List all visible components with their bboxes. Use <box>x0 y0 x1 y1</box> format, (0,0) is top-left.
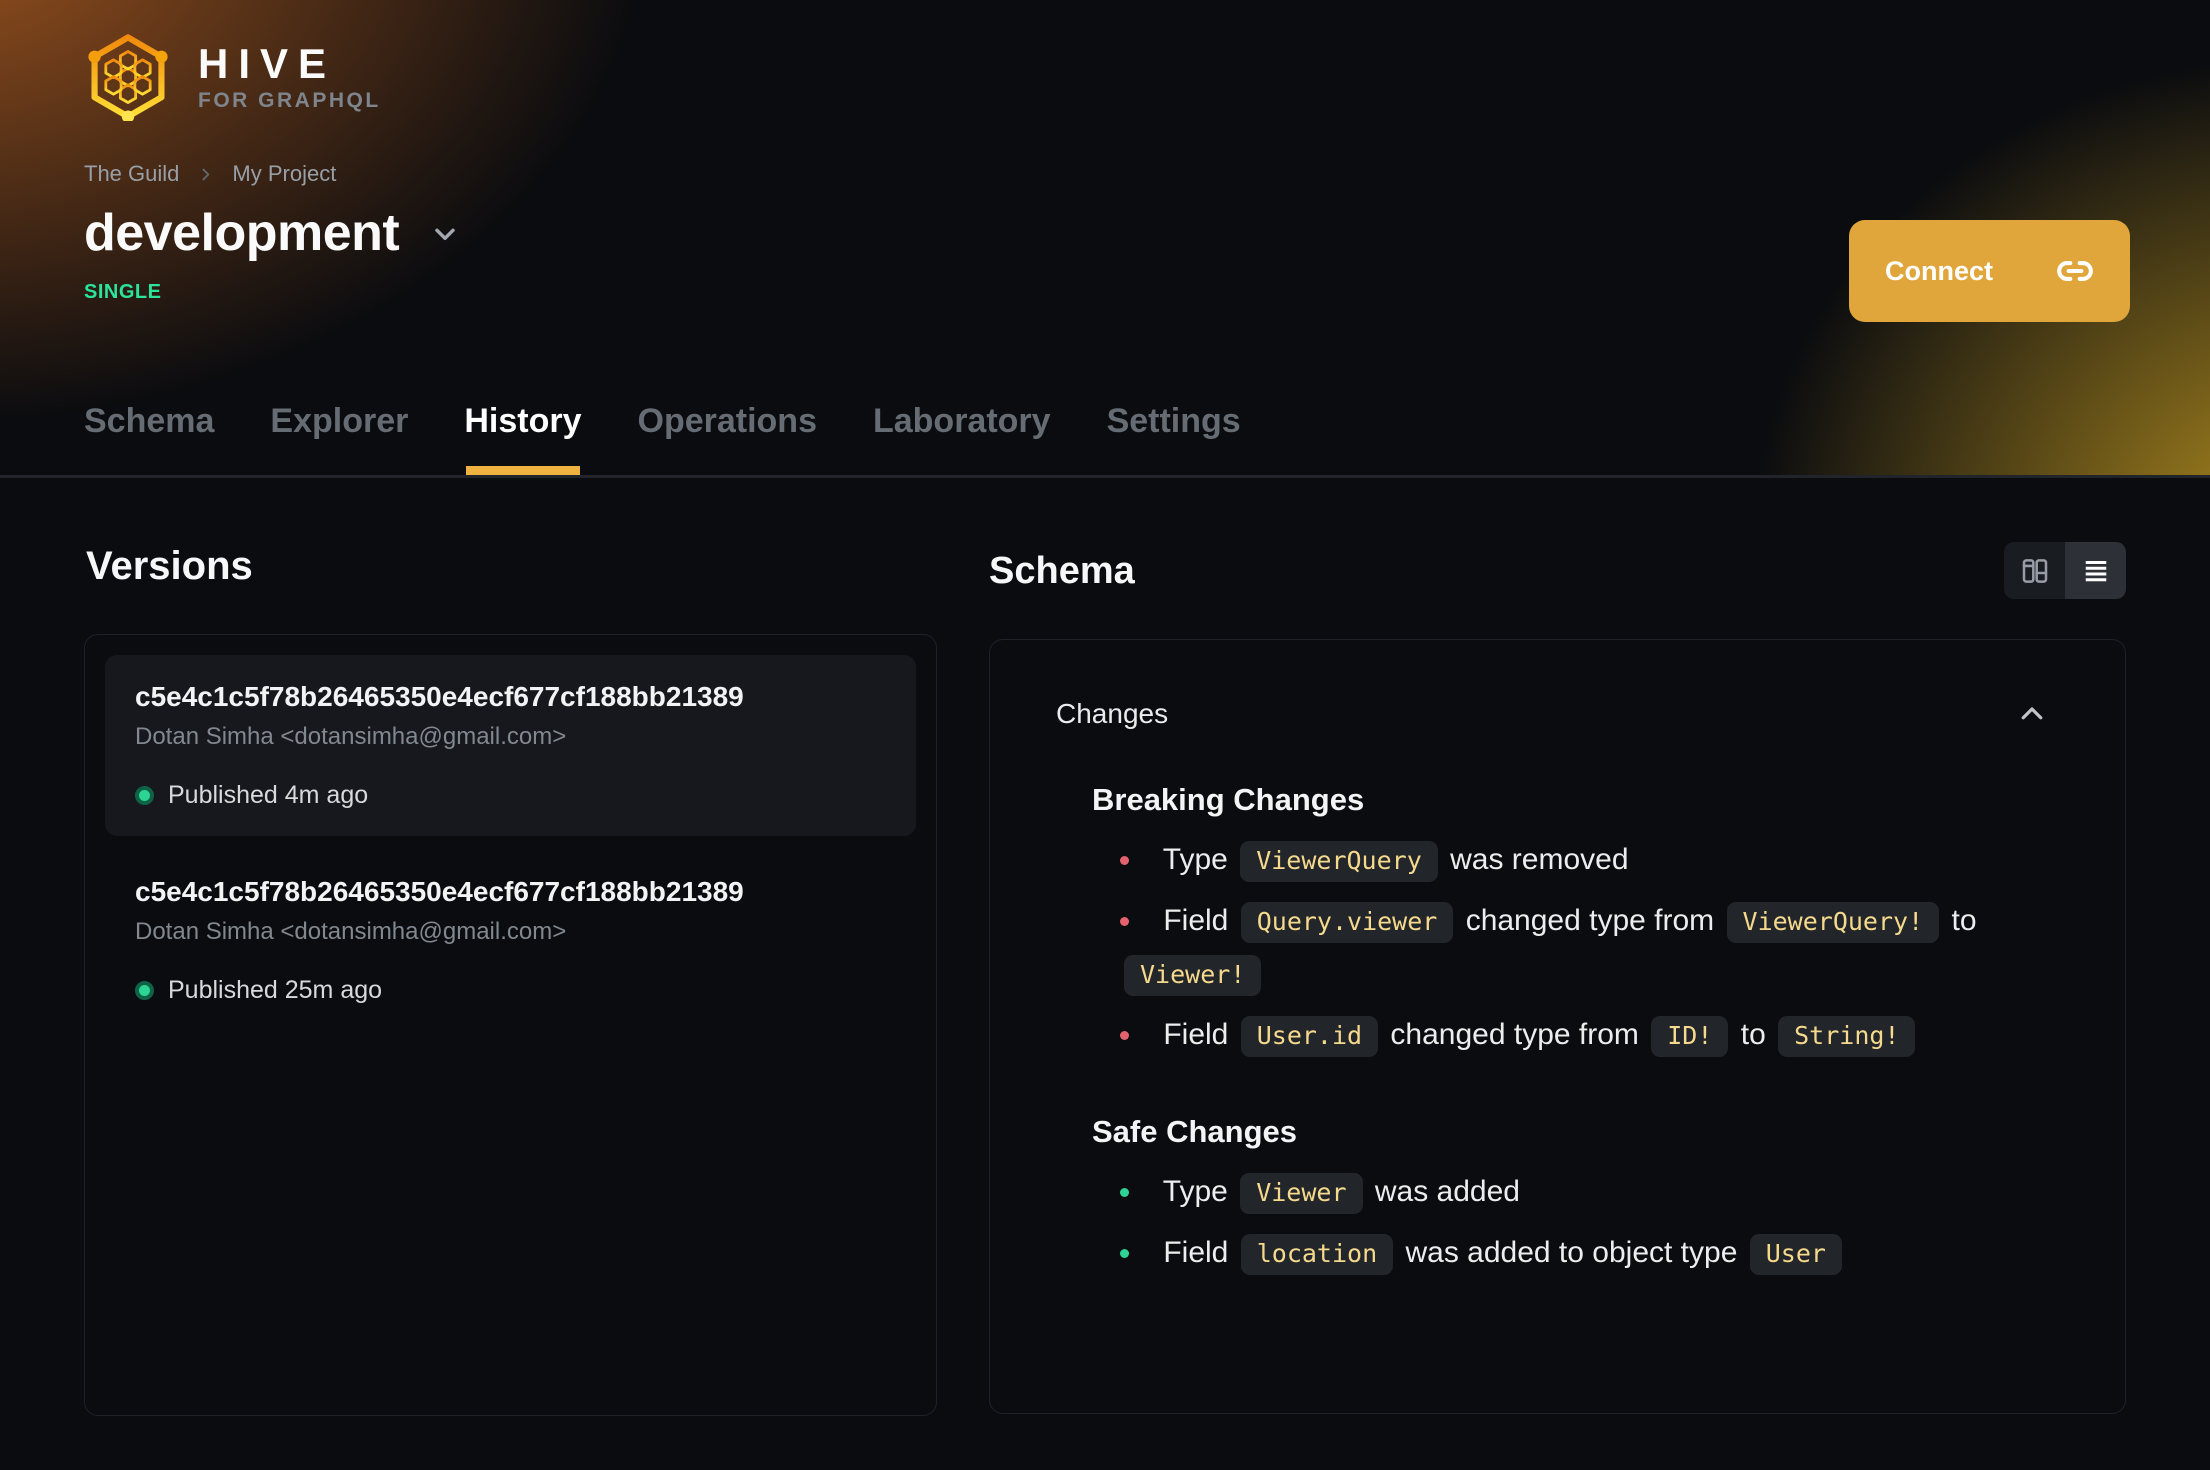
change-text: Field <box>1163 904 1229 937</box>
code-chip: User.id <box>1240 1016 1379 1057</box>
page-title: development <box>84 204 400 262</box>
chevron-up-icon[interactable] <box>2017 699 2047 729</box>
tab-laboratory[interactable]: Laboratory <box>873 402 1051 475</box>
changes-body: Breaking Changes Type ViewerQuery was re… <box>1056 782 2047 1280</box>
tab-explorer[interactable]: Explorer <box>270 402 408 475</box>
brand-tagline: FOR GRAPHQL <box>198 89 381 113</box>
versions-panel: c5e4c1c5f78b26465350e4ecf677cf188bb21389… <box>84 634 937 1416</box>
versions-heading: Versions <box>86 544 253 588</box>
tab-operations[interactable]: Operations <box>638 402 817 475</box>
version-status: Published 25m ago <box>168 976 383 1004</box>
change-text: was added <box>1374 1175 1520 1208</box>
version-list-item[interactable]: c5e4c1c5f78b26465350e4ecf677cf188bb21389… <box>105 850 916 1031</box>
safe-bullet-icon <box>1120 1249 1129 1258</box>
hive-hexagon-icon <box>84 33 172 121</box>
connect-button-label: Connect <box>1885 255 1993 286</box>
diff-view-button[interactable] <box>2004 542 2065 599</box>
schema-header-row: Schema <box>989 542 2126 599</box>
safe-changes-list: Type Viewer was added Field location was… <box>1092 1166 2009 1280</box>
schema-heading: Schema <box>989 550 1135 592</box>
connect-button[interactable]: Connect <box>1849 220 2130 322</box>
changes-header-label: Changes <box>1056 698 1169 729</box>
breadcrumb-org[interactable]: The Guild <box>84 161 179 187</box>
link-icon <box>2056 252 2094 290</box>
change-item: Field User.id changed type from ID! to S… <box>1120 1009 2009 1062</box>
breaking-bullet-icon <box>1120 856 1129 865</box>
version-status-row: Published 25m ago <box>135 976 886 1005</box>
change-text: was added to object type <box>1405 1236 1738 1269</box>
change-text: to <box>1740 1018 1766 1051</box>
version-hash: c5e4c1c5f78b26465350e4ecf677cf188bb21389 <box>135 876 744 907</box>
version-list-item[interactable]: c5e4c1c5f78b26465350e4ecf677cf188bb21389… <box>105 655 916 836</box>
change-text: to <box>1951 904 1977 937</box>
code-chip: User <box>1749 1234 1842 1275</box>
code-chip: Query.viewer <box>1240 902 1454 943</box>
code-chip: location <box>1240 1234 1394 1275</box>
safe-bullet-icon <box>1120 1188 1129 1197</box>
change-text: changed type from <box>1465 904 1715 937</box>
change-item: Type ViewerQuery was removed <box>1120 834 2009 887</box>
change-item: Field location was added to object type … <box>1120 1227 2009 1280</box>
schema-column: Schema Changes Breaking Changes Type Vie… <box>989 542 2126 1416</box>
change-text: was removed <box>1450 843 1629 876</box>
list-view-button[interactable] <box>2065 542 2126 599</box>
chevron-right-icon <box>197 166 214 183</box>
version-author: Dotan Simha <dotansimha@gmail.com> <box>135 723 567 750</box>
code-chip: ViewerQuery <box>1240 841 1438 882</box>
brand-name: HIVE <box>198 39 337 87</box>
breaking-changes-heading: Breaking Changes <box>1092 782 1365 817</box>
safe-changes-heading: Safe Changes <box>1092 1114 1298 1149</box>
main-nav-tabs: Schema Explorer History Operations Labor… <box>84 402 1241 475</box>
schema-changes-panel: Changes Breaking Changes Type ViewerQuer… <box>989 639 2126 1414</box>
breaking-changes-list: Type ViewerQuery was removed Field Query… <box>1092 834 2009 1062</box>
code-chip: Viewer! <box>1124 955 1262 996</box>
breadcrumb: The Guild My Project <box>84 161 2210 187</box>
change-text: Type <box>1162 1175 1228 1208</box>
hive-logo[interactable]: HIVE FOR GRAPHQL <box>84 33 381 121</box>
version-status: Published 4m ago <box>168 781 369 809</box>
view-mode-toggle <box>2004 542 2126 599</box>
changes-collapsible-header[interactable]: Changes <box>1056 698 2047 730</box>
change-text: Type <box>1162 843 1228 876</box>
main-content: Versions c5e4c1c5f78b26465350e4ecf677cf1… <box>0 478 2210 1416</box>
version-status-row: Published 4m ago <box>135 781 886 810</box>
change-item: Type Viewer was added <box>1120 1166 2009 1219</box>
code-chip: String! <box>1778 1016 1916 1057</box>
change-text: changed type from <box>1390 1018 1639 1051</box>
version-author: Dotan Simha <dotansimha@gmail.com> <box>135 918 567 945</box>
breaking-bullet-icon <box>1120 1031 1129 1040</box>
change-text: Field <box>1163 1018 1229 1051</box>
code-chip: Viewer <box>1240 1173 1363 1214</box>
breadcrumb-project[interactable]: My Project <box>232 161 336 187</box>
version-hash: c5e4c1c5f78b26465350e4ecf677cf188bb21389 <box>135 681 744 712</box>
breaking-bullet-icon <box>1120 917 1129 926</box>
code-chip: ViewerQuery! <box>1726 902 1940 943</box>
published-dot-icon <box>135 981 154 1000</box>
rows-icon <box>2081 556 2111 586</box>
tab-schema[interactable]: Schema <box>84 402 214 475</box>
change-text: Field <box>1163 1236 1229 1269</box>
app-header: HIVE FOR GRAPHQL The Guild My Project de… <box>0 0 2210 478</box>
chevron-down-icon[interactable] <box>429 217 461 249</box>
published-dot-icon <box>135 786 154 805</box>
tab-settings[interactable]: Settings <box>1107 402 1241 475</box>
change-item: Field Query.viewer changed type from Vie… <box>1120 895 2009 1001</box>
code-chip: ID! <box>1651 1016 1729 1057</box>
tab-history[interactable]: History <box>464 402 582 475</box>
versions-column: Versions c5e4c1c5f78b26465350e4ecf677cf1… <box>84 542 937 1416</box>
columns-icon <box>2019 555 2051 587</box>
